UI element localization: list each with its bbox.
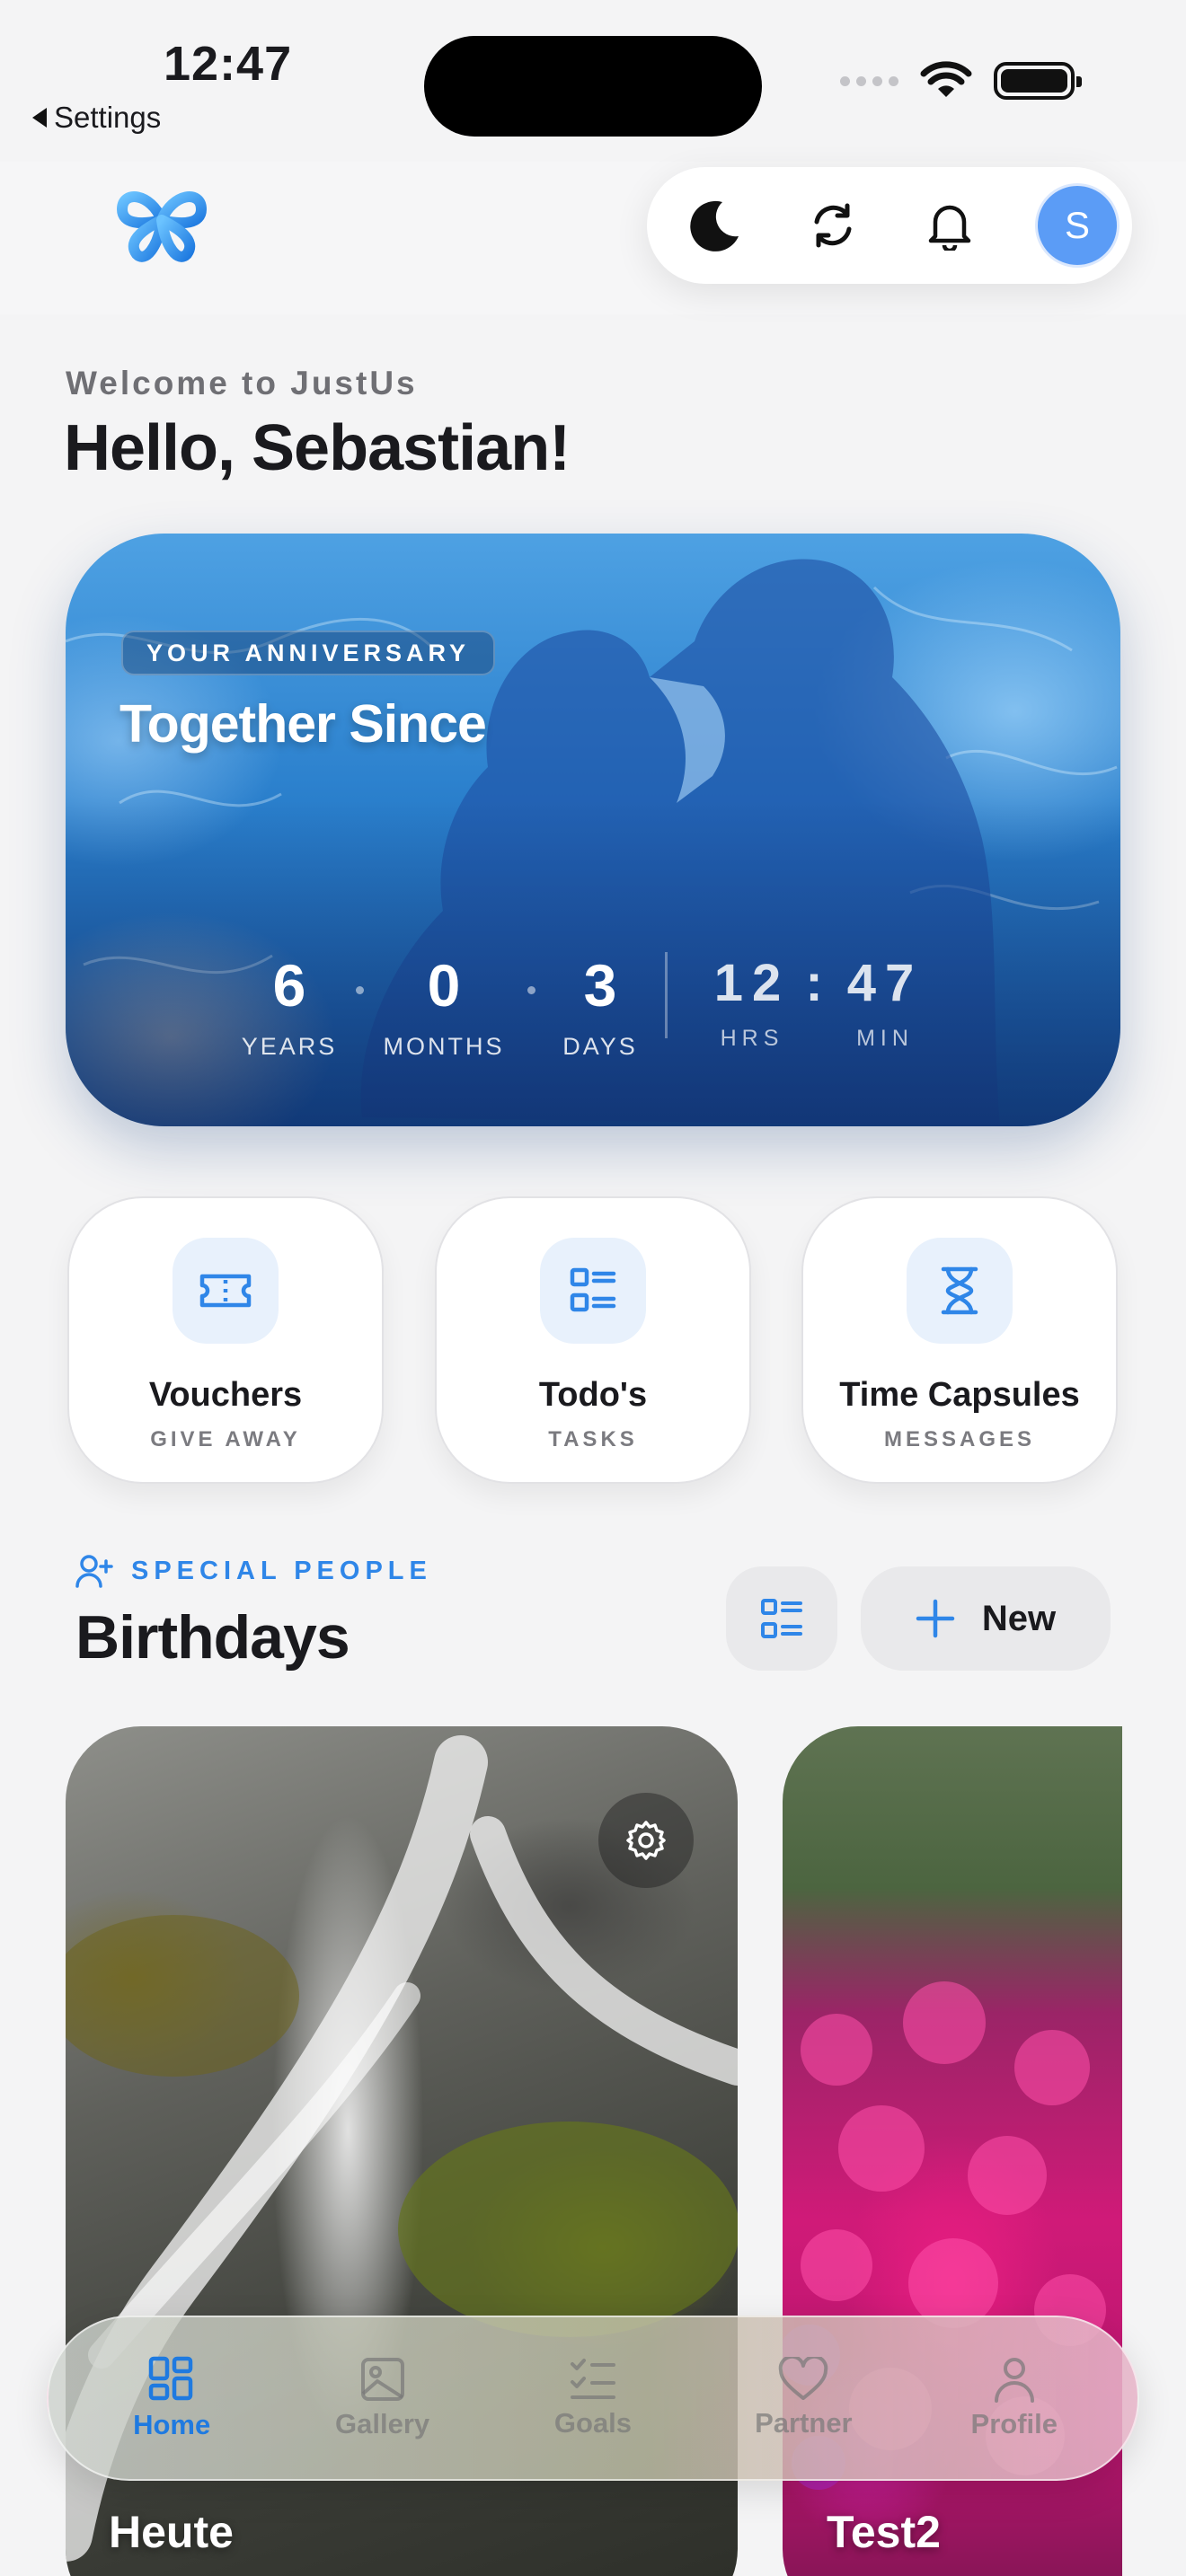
todos-card[interactable]: Todo's TASKS — [435, 1196, 751, 1484]
gear-icon — [626, 1821, 666, 1860]
birthday-name-test2: Test2 — [827, 2507, 941, 2557]
hours-label: HRS — [720, 1026, 784, 1051]
list-view-icon — [761, 1599, 802, 1638]
hourglass-icon — [907, 1238, 1013, 1344]
days-counter: 3 DAYS — [551, 956, 650, 1061]
time-capsules-card[interactable]: Time Capsules MESSAGES — [801, 1196, 1118, 1484]
page-title: Hello, Sebastian! — [64, 412, 571, 484]
new-birthday-button[interactable]: New — [861, 1566, 1111, 1671]
months-label: MONTHS — [383, 1033, 505, 1060]
hours-value: 12 — [713, 954, 791, 1012]
tab-goals-label: Goals — [553, 2407, 633, 2439]
bell-icon[interactable] — [917, 193, 982, 258]
todos-subtitle: TASKS — [548, 1427, 638, 1451]
years-label: YEARS — [241, 1033, 338, 1060]
tab-partner-label: Partner — [755, 2407, 853, 2439]
time-capsules-subtitle: MESSAGES — [883, 1427, 1036, 1451]
tab-home-label: Home — [133, 2409, 211, 2440]
counter-divider — [665, 952, 668, 1038]
tab-gallery[interactable]: Gallery — [288, 2335, 477, 2461]
special-people-label: SPECIAL PEOPLE — [75, 1554, 432, 1588]
days-label: DAYS — [562, 1033, 638, 1060]
justus-logo-icon — [117, 191, 207, 262]
goals-list-icon — [570, 2359, 615, 2399]
back-to-settings[interactable]: Settings — [32, 101, 161, 135]
vouchers-title: Vouchers — [148, 1376, 303, 1414]
refresh-icon[interactable] — [801, 193, 865, 258]
todos-title: Todo's — [538, 1376, 648, 1414]
image-icon — [360, 2358, 404, 2401]
vouchers-card[interactable]: Vouchers GIVE AWAY — [67, 1196, 384, 1484]
hours-counter: 12 HRS — [700, 957, 804, 1052]
years-value: 6 — [272, 952, 306, 1019]
back-label: Settings — [54, 101, 162, 134]
tab-home[interactable]: Home — [77, 2335, 266, 2461]
vouchers-subtitle: GIVE AWAY — [150, 1427, 301, 1451]
back-arrow-icon — [32, 108, 47, 128]
birthdays-title: Birthdays — [75, 1603, 350, 1672]
header-actions: S — [647, 167, 1132, 284]
bottom-tab-bar: Home Gallery Goals Partner Profile — [47, 2316, 1139, 2481]
dynamic-island — [424, 36, 762, 137]
months-counter: 0 MONTHS — [376, 956, 511, 1061]
new-label: New — [981, 1598, 1057, 1638]
anniversary-card[interactable]: YOUR ANNIVERSARY Together Since 6 YEARS … — [66, 534, 1120, 1126]
clock-colon: : — [805, 954, 832, 1012]
avatar[interactable]: S — [1034, 183, 1120, 268]
years-counter: 6 YEARS — [240, 956, 339, 1061]
status-time: 12:47 — [164, 37, 293, 91]
tab-goals[interactable]: Goals — [499, 2335, 687, 2461]
plus-icon — [916, 1599, 955, 1638]
home-grid-icon — [148, 2356, 193, 2401]
tab-profile-label: Profile — [970, 2408, 1058, 2439]
battery-icon — [994, 62, 1082, 100]
add-person-icon — [75, 1555, 113, 1588]
welcome-subtitle: Welcome to JustUs — [66, 365, 418, 401]
special-people-text: SPECIAL PEOPLE — [131, 1556, 432, 1585]
heart-icon — [779, 2357, 828, 2400]
minutes-counter: 47 MIN — [833, 957, 937, 1052]
tab-profile[interactable]: Profile — [920, 2335, 1109, 2461]
minutes-label: MIN — [856, 1026, 914, 1051]
birthday-name-heute: Heute — [109, 2507, 234, 2557]
ticket-icon — [173, 1238, 279, 1344]
wifi-icon — [920, 61, 972, 97]
minutes-value: 47 — [846, 954, 924, 1012]
days-value: 3 — [583, 952, 617, 1019]
dark-mode-icon[interactable] — [683, 193, 748, 258]
checklist-icon — [540, 1238, 646, 1344]
tab-gallery-label: Gallery — [335, 2408, 430, 2439]
months-value: 0 — [427, 952, 461, 1019]
anniversary-badge: YOUR ANNIVERSARY — [121, 631, 496, 675]
status-indicators — [840, 61, 1082, 101]
tab-partner[interactable]: Partner — [709, 2335, 898, 2461]
signal-icon — [840, 75, 898, 86]
time-capsules-title: Time Capsules — [839, 1376, 1080, 1414]
settings-gear-button[interactable] — [598, 1793, 694, 1888]
list-view-button[interactable] — [726, 1566, 837, 1671]
person-icon — [994, 2358, 1034, 2403]
anniversary-title: Together Since — [119, 694, 487, 754]
